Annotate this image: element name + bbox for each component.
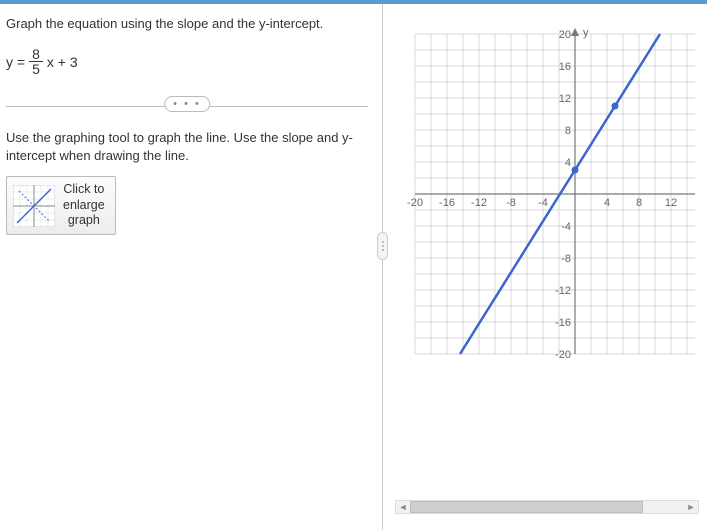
- svg-text:-12: -12: [555, 285, 571, 297]
- equation: y = 8 5 x + 3: [6, 47, 368, 76]
- enlarge-graph-button[interactable]: Click to enlarge graph: [6, 176, 116, 235]
- svg-text:-20: -20: [407, 197, 423, 209]
- svg-text:12: 12: [665, 197, 677, 209]
- enlarge-graph-label: Click to enlarge graph: [63, 182, 105, 229]
- svg-text:4: 4: [565, 157, 571, 169]
- ellipsis-toggle[interactable]: • • •: [164, 96, 210, 112]
- svg-text:-16: -16: [439, 197, 455, 209]
- equation-numerator: 8: [29, 47, 43, 62]
- svg-text:12: 12: [559, 93, 571, 105]
- horizontal-scrollbar[interactable]: ◄ ►: [395, 500, 699, 514]
- enlarge-line2: enlarge: [63, 198, 105, 214]
- scroll-right-arrow-icon[interactable]: ►: [684, 501, 698, 513]
- scrollbar-track[interactable]: [410, 501, 684, 513]
- equation-denominator: 5: [29, 62, 43, 76]
- svg-text:8: 8: [636, 197, 642, 209]
- y-axis-label: y: [583, 27, 589, 39]
- scroll-left-arrow-icon[interactable]: ◄: [396, 501, 410, 513]
- y-axis-arrow: [571, 28, 579, 36]
- svg-text:-12: -12: [471, 197, 487, 209]
- svg-text:-16: -16: [555, 317, 571, 329]
- equation-after: x + 3: [47, 54, 78, 70]
- svg-text:20: 20: [559, 29, 571, 41]
- svg-text:8: 8: [565, 125, 571, 137]
- question-prompt: Graph the equation using the slope and t…: [6, 16, 368, 31]
- line-point-1: [572, 167, 579, 174]
- coordinate-graph: y -20-16-12-8-4481216 20161284 -4-8-12-1…: [395, 14, 695, 374]
- svg-text:16: 16: [559, 61, 571, 73]
- graph-thumbnail-icon: [13, 185, 55, 227]
- svg-text:-8: -8: [561, 253, 571, 265]
- main-layout: Graph the equation using the slope and t…: [0, 4, 707, 530]
- enlarge-line3: graph: [63, 213, 105, 229]
- scrollbar-thumb[interactable]: [410, 501, 643, 513]
- graph-viewport[interactable]: y -20-16-12-8-4481216 20161284 -4-8-12-1…: [395, 14, 695, 384]
- equation-lhs: y =: [6, 54, 25, 70]
- left-pane: Graph the equation using the slope and t…: [0, 4, 382, 530]
- svg-text:-8: -8: [506, 197, 516, 209]
- svg-text:-20: -20: [555, 349, 571, 361]
- right-pane: y -20-16-12-8-4481216 20161284 -4-8-12-1…: [383, 4, 707, 530]
- section-divider: • • •: [6, 106, 368, 107]
- instruction-text: Use the graphing tool to graph the line.…: [6, 129, 368, 164]
- svg-text:4: 4: [604, 197, 610, 209]
- svg-text:-4: -4: [561, 221, 571, 233]
- enlarge-line1: Click to: [63, 182, 105, 198]
- svg-text:-4: -4: [538, 197, 548, 209]
- equation-fraction: 8 5: [29, 47, 43, 76]
- line-point-2: [612, 103, 619, 110]
